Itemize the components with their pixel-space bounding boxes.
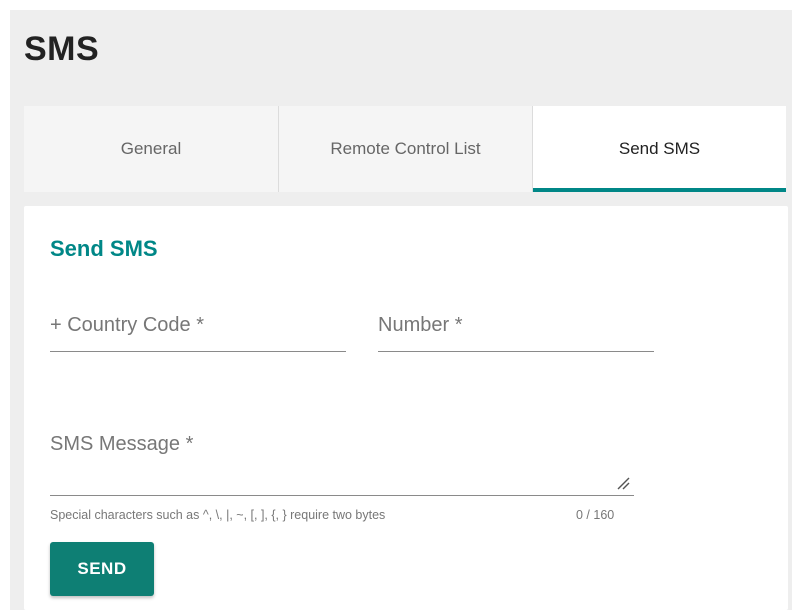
- sms-page-panel: SMS General Remote Control List Send SMS…: [10, 10, 792, 610]
- country-code-input[interactable]: [50, 314, 346, 337]
- section-title: Send SMS: [50, 236, 158, 261]
- tab-send-sms[interactable]: Send SMS: [532, 106, 786, 192]
- sms-message-textarea[interactable]: [50, 430, 634, 490]
- tab-general[interactable]: General: [24, 106, 278, 192]
- country-code-underline: [50, 351, 346, 352]
- resize-handle-icon[interactable]: [616, 476, 630, 490]
- tab-remote-control-list[interactable]: Remote Control List: [278, 106, 532, 192]
- number-field: [378, 314, 654, 352]
- number-input[interactable]: [378, 314, 654, 337]
- special-characters-hint: Special characters such as ^, \, |, ~, […: [50, 508, 386, 522]
- tab-bar: General Remote Control List Send SMS: [24, 106, 788, 192]
- sms-message-field: [50, 430, 634, 496]
- send-sms-card: Send SMS Special characters such as ^, \…: [24, 206, 788, 610]
- character-counter: 0 / 160: [576, 508, 615, 522]
- page-title: SMS: [24, 30, 100, 68]
- country-code-field: [50, 314, 346, 352]
- number-underline: [378, 351, 654, 352]
- sms-message-underline: [50, 495, 634, 496]
- send-button[interactable]: SEND: [50, 542, 154, 596]
